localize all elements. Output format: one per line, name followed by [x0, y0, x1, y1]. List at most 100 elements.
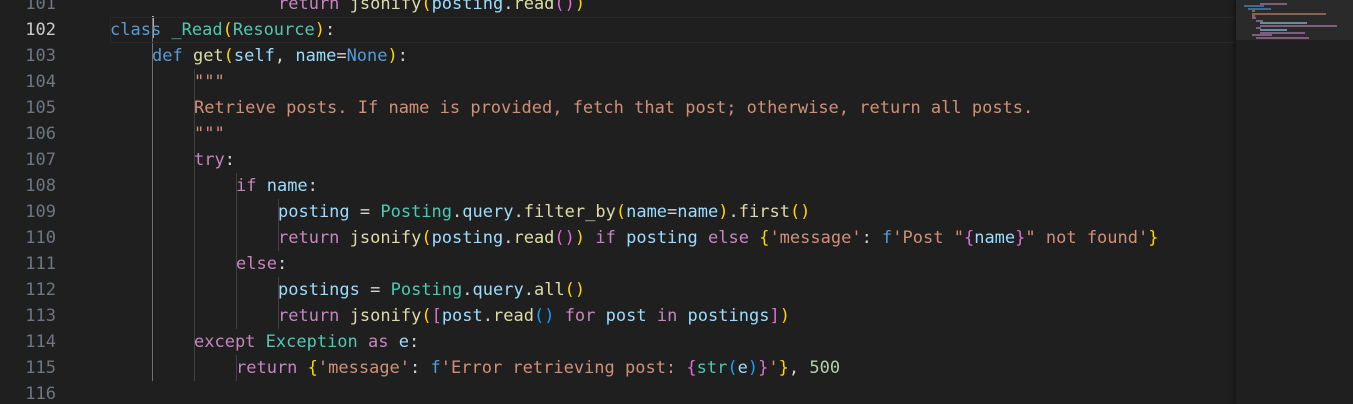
code-token: all [533, 280, 565, 300]
code-line[interactable]: class _Read(Resource): [110, 17, 1236, 43]
code-token: ( [615, 202, 627, 222]
code-token: def [152, 46, 193, 66]
code-token: . [482, 306, 494, 326]
code-token: get [192, 46, 224, 66]
minimap[interactable] [1236, 0, 1353, 404]
code-line[interactable]: except Exception as e: [194, 329, 1236, 355]
code-token: postings [278, 280, 360, 300]
code-token: else [236, 254, 277, 274]
code-token: = [349, 202, 381, 222]
code-token: { [686, 358, 697, 378]
code-token: """ [194, 124, 225, 144]
code-token: () [554, 228, 575, 248]
code-token: first [738, 202, 790, 222]
code-line[interactable]: try: [194, 147, 1236, 173]
code-token: Retrieve posts. If name is provided, fet… [194, 98, 1034, 118]
code-token: 'Post " [892, 228, 964, 248]
code-token: { [307, 358, 318, 378]
line-number-gutter[interactable]: 101 102 103 104 105 106 107 108 109 110 111 112 113 1… [0, 0, 90, 404]
code-token: . [503, 0, 514, 14]
code-token: posting [431, 0, 504, 14]
code-token: class [110, 20, 172, 40]
code-token: . [462, 280, 473, 300]
code-token: : [410, 358, 431, 378]
line-number: 111 [25, 254, 56, 274]
code-token: } [1148, 228, 1159, 248]
code-token: read [513, 0, 555, 14]
code-token: return [278, 228, 350, 248]
code-token: return [278, 0, 350, 14]
code-line[interactable]: posting = Posting.query.filter_by(name=n… [278, 199, 1236, 225]
code-token: 'message' [317, 358, 411, 378]
code-token: filter_by [523, 202, 616, 222]
line-number: 113 [25, 306, 56, 326]
code-line[interactable]: return jsonify(posting.read()) [278, 0, 1236, 17]
code-token: jsonify [349, 0, 422, 14]
code-token: if [236, 176, 267, 196]
code-token: read [513, 228, 555, 248]
code-token: " not found' [1025, 228, 1149, 248]
code-token: } [758, 358, 769, 378]
code-token: name [974, 228, 1016, 248]
code-token: ) [779, 306, 790, 326]
code-token: str [696, 358, 728, 378]
code-token: for [554, 306, 606, 326]
code-line[interactable] [110, 381, 1236, 404]
code-area[interactable]: return jsonify(posting.read()) class _Rea… [110, 0, 1236, 404]
line-number: 112 [25, 280, 56, 300]
code-token: try [194, 150, 225, 170]
code-token: ( [727, 358, 738, 378]
code-line[interactable]: if name: [236, 173, 1236, 199]
code-token: as [357, 332, 399, 352]
code-line[interactable]: else: [236, 251, 1236, 277]
code-token: { [759, 228, 770, 248]
minimap-line [1260, 24, 1338, 27]
code-token: [ [431, 306, 442, 326]
code-token: } [1015, 228, 1026, 248]
code-token: , [788, 358, 810, 378]
code-line[interactable]: def get(self, name=None): [152, 43, 1236, 69]
code-token: if [585, 228, 627, 248]
code-token: else [697, 228, 760, 248]
code-token: : [307, 176, 318, 196]
code-line[interactable]: postings = Posting.query.all() [278, 277, 1236, 303]
code-token: () [564, 280, 586, 300]
line-number: 103 [25, 46, 56, 66]
line-number: 115 [25, 358, 56, 378]
code-line[interactable]: """ [194, 69, 1236, 95]
code-line[interactable]: Retrieve posts. If name is provided, fet… [194, 95, 1236, 121]
code-token: ' [768, 358, 779, 378]
code-token: self [233, 46, 275, 66]
code-token: jsonify [349, 228, 422, 248]
code-token: : [276, 254, 288, 274]
line-number: 116 [25, 384, 56, 404]
code-token: e [737, 358, 748, 378]
code-token: . [523, 280, 534, 300]
line-number: 114 [25, 332, 56, 352]
code-token: read [493, 306, 534, 326]
code-token: f [882, 228, 893, 248]
code-token: query [462, 202, 514, 222]
code-token: Posting [390, 280, 463, 300]
code-token: ) [718, 202, 729, 222]
code-line[interactable]: return jsonify([post.read() for post in … [278, 303, 1236, 329]
line-number: 110 [25, 228, 56, 248]
code-token: 'message' [769, 228, 862, 248]
code-line[interactable]: return jsonify(posting.read()) if postin… [278, 225, 1236, 251]
code-token: ) [387, 46, 398, 66]
code-token: ( [421, 306, 432, 326]
code-token: ) [574, 228, 586, 248]
code-token: posting [626, 228, 698, 248]
code-token: in [646, 306, 688, 326]
code-token: _Read [171, 20, 223, 40]
code-token: Posting [380, 202, 453, 222]
code-token: posting [431, 228, 504, 248]
code-token: """ [194, 72, 225, 92]
code-token: () [533, 306, 555, 326]
code-token: jsonify [349, 306, 422, 326]
code-editor[interactable]: 101 102 103 104 105 106 107 108 109 110 111 112 113 1… [0, 0, 1353, 404]
code-line[interactable]: return {'message': f'Error retrieving po… [236, 355, 1236, 381]
code-token: None [346, 46, 388, 66]
code-line[interactable]: """ [194, 121, 1236, 147]
code-token: return [236, 358, 308, 378]
